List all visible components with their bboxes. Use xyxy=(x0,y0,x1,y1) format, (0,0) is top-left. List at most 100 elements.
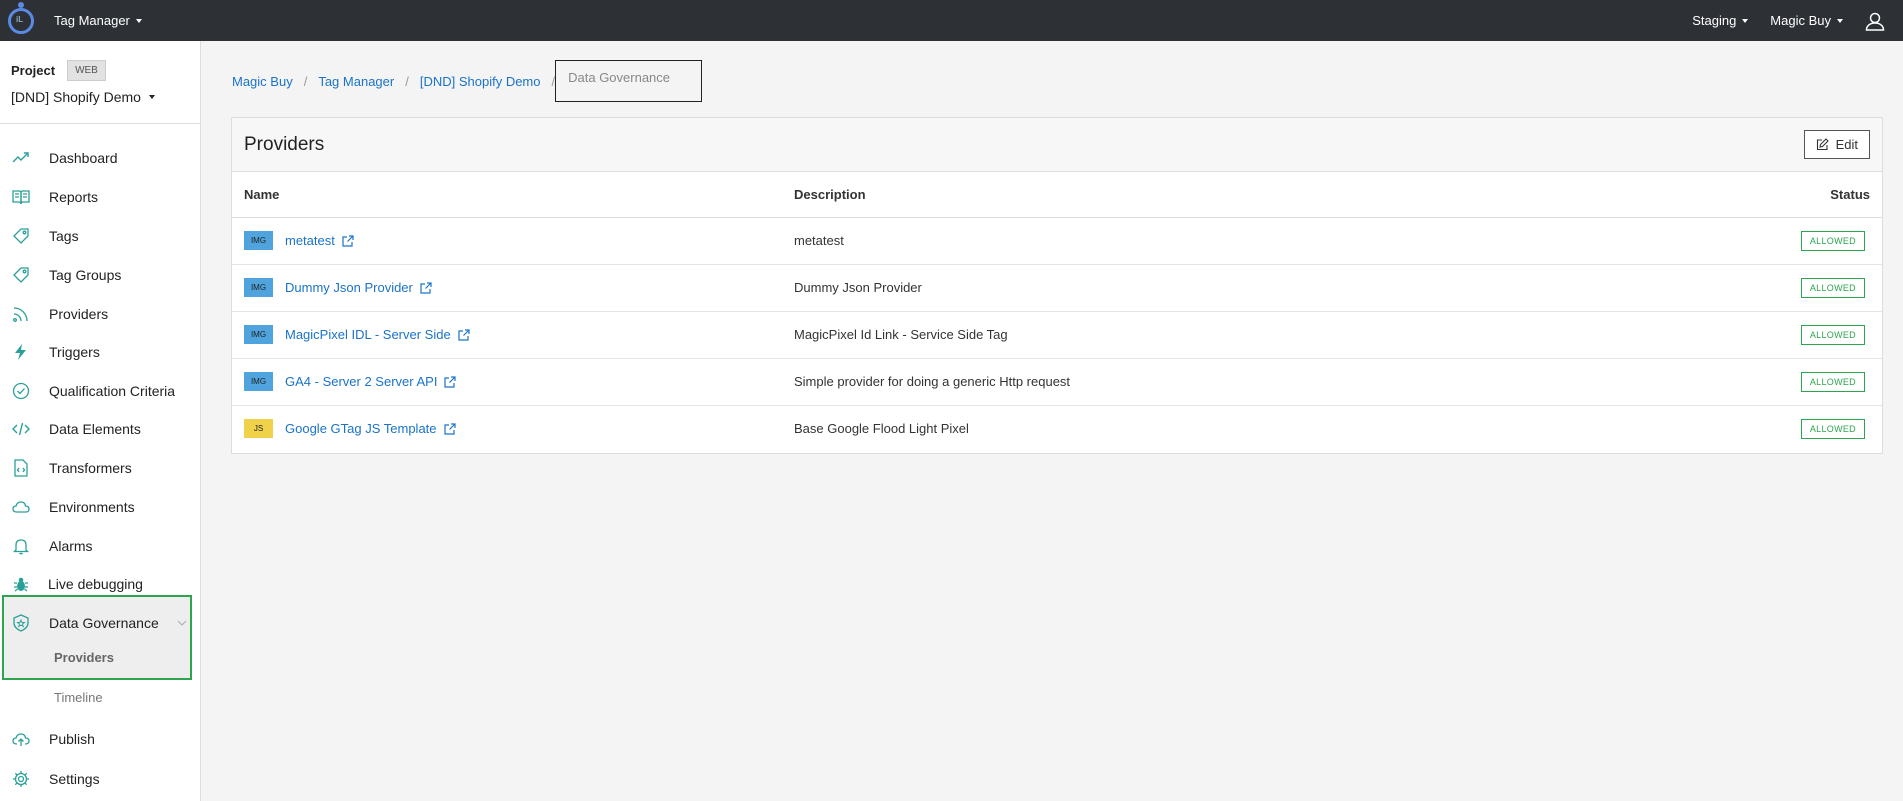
breadcrumb-link-project[interactable]: [DND] Shopify Demo xyxy=(420,74,541,89)
code-icon xyxy=(12,422,30,436)
provider-name: GA4 - Server 2 Server API xyxy=(285,374,438,389)
column-header-description[interactable]: Description xyxy=(782,172,1622,218)
user-icon[interactable] xyxy=(1865,11,1885,31)
organization-dropdown[interactable]: Magic Buy xyxy=(1770,13,1843,28)
organization-label: Magic Buy xyxy=(1770,13,1831,28)
table-header-row: Name Description Status xyxy=(232,172,1882,218)
provider-link[interactable]: metatest xyxy=(285,233,354,248)
environment-dropdown[interactable]: Staging xyxy=(1692,13,1749,28)
status-badge: ALLOWED xyxy=(1800,418,1865,439)
sidebar-subitem-timeline[interactable]: Timeline xyxy=(0,682,200,712)
chart-line-icon xyxy=(12,152,29,163)
sidebar-item-label: Dashboard xyxy=(49,150,118,166)
sidebar: Project WEB [DND] Shopify Demo Dashboard… xyxy=(0,41,201,801)
provider-type-badge: IMG xyxy=(244,325,273,344)
project-dropdown[interactable]: [DND] Shopify Demo xyxy=(11,89,200,105)
cloud-icon xyxy=(12,501,30,513)
sidebar-item-label: Qualification Criteria xyxy=(49,383,176,399)
status-badge: ALLOWED xyxy=(1800,324,1865,345)
breadcrumb: Magic Buy / Tag Manager / [DND] Shopify … xyxy=(232,60,703,102)
sidebar-item-tags[interactable]: Tags xyxy=(0,220,200,252)
provider-link[interactable]: GA4 - Server 2 Server API xyxy=(285,374,457,389)
sidebar-item-triggers[interactable]: Triggers xyxy=(0,336,200,368)
provider-description: metatest xyxy=(782,217,1622,265)
providers-table: Name Description Status IMG metatest met… xyxy=(232,172,1882,452)
external-link-icon xyxy=(444,375,457,388)
sidebar-item-providers[interactable]: Providers xyxy=(0,298,200,330)
provider-description: MagicPixel Id Link - Service Side Tag xyxy=(782,311,1622,359)
external-link-icon xyxy=(443,423,456,435)
provider-description: Base Google Flood Light Pixel xyxy=(794,421,969,437)
caret-down-icon xyxy=(148,95,155,99)
chevron-down-icon xyxy=(135,18,142,23)
external-link-icon xyxy=(342,234,354,247)
provider-type-badge: IMG xyxy=(244,278,273,297)
provider-type-badge: JS xyxy=(244,419,273,439)
provider-description: Dummy Json Provider xyxy=(782,264,1622,312)
sidebar-subitem-providers[interactable]: Providers xyxy=(0,642,200,672)
file-code-icon xyxy=(14,459,28,477)
breadcrumb-link-organization[interactable]: Magic Buy xyxy=(232,74,293,89)
cloud-upload-icon xyxy=(12,733,30,746)
provider-link[interactable]: Google GTag JS Template xyxy=(285,421,456,436)
app-logo-icon[interactable]: iL xyxy=(8,1,34,34)
breadcrumb-current: Data Governance xyxy=(555,60,703,102)
breadcrumb-link-app[interactable]: Tag Manager xyxy=(318,74,394,89)
sidebar-item-tag-groups[interactable]: Tag Groups xyxy=(0,259,200,291)
sidebar-item-label: Providers xyxy=(49,306,109,322)
sidebar-item-label: Reports xyxy=(49,189,99,205)
sidebar-subitem-label: Providers xyxy=(54,649,114,665)
project-label: Project xyxy=(11,63,56,78)
external-link-icon xyxy=(458,328,470,341)
gear-icon xyxy=(13,771,29,787)
sidebar-item-transformers[interactable]: Transformers xyxy=(0,452,200,484)
check-circle-icon xyxy=(12,382,30,400)
table-row: JS Google GTag JS Template Base Google F… xyxy=(232,405,1882,452)
sidebar-item-data-governance[interactable]: Data Governance xyxy=(0,607,200,639)
sidebar-item-live-debugging[interactable]: Live debugging xyxy=(0,568,200,600)
shield-icon xyxy=(13,614,29,632)
provider-link[interactable]: Dummy Json Provider xyxy=(285,280,432,295)
status-badge: ALLOWED xyxy=(1800,277,1865,298)
provider-name: MagicPixel IDL - Server Side xyxy=(285,327,451,342)
sidebar-item-settings[interactable]: Settings xyxy=(0,763,200,795)
status-badge: ALLOWED xyxy=(1800,230,1865,251)
bolt-icon xyxy=(15,344,26,360)
provider-type-badge: IMG xyxy=(244,231,273,250)
providers-panel: Providers Edit Name Description Status I… xyxy=(231,117,1883,454)
app-switcher[interactable]: Tag Manager xyxy=(54,13,142,28)
chevron-down-icon xyxy=(1837,18,1843,23)
provider-link[interactable]: MagicPixel IDL - Server Side xyxy=(285,327,470,342)
column-header-name[interactable]: Name xyxy=(232,172,782,218)
breadcrumb-separator: / xyxy=(303,73,308,89)
rss-icon xyxy=(13,307,28,322)
panel-title: Providers xyxy=(244,133,325,155)
edit-icon xyxy=(1816,138,1829,151)
sidebar-item-dashboard[interactable]: Dashboard xyxy=(0,142,200,174)
sidebar-item-data-elements[interactable]: Data Elements xyxy=(0,413,200,445)
sidebar-item-label: Transformers xyxy=(49,460,132,476)
table-row: IMG MagicPixel IDL - Server Side MagicPi… xyxy=(232,311,1882,359)
book-icon xyxy=(12,190,30,205)
sidebar-item-reports[interactable]: Reports xyxy=(0,181,200,213)
sidebar-item-alarms[interactable]: Alarms xyxy=(0,530,200,562)
provider-description: Simple provider for doing a generic Http… xyxy=(782,358,1622,406)
sidebar-item-environments[interactable]: Environments xyxy=(0,491,200,523)
sidebar-item-publish[interactable]: Publish xyxy=(0,723,200,755)
sidebar-item-label: Publish xyxy=(49,731,95,747)
sidebar-item-label: Settings xyxy=(49,771,100,787)
status-badge: ALLOWED xyxy=(1800,371,1865,392)
project-type-badge: WEB xyxy=(67,60,106,81)
project-selector: Project WEB [DND] Shopify Demo xyxy=(0,41,200,124)
table-row: IMG Dummy Json Provider Dummy Json Provi… xyxy=(232,264,1882,312)
column-header-status[interactable]: Status xyxy=(1621,172,1882,218)
sidebar-item-label: Tag Groups xyxy=(49,267,122,283)
sidebar-item-qualification-criteria[interactable]: Qualification Criteria xyxy=(0,375,200,407)
edit-button[interactable]: Edit xyxy=(1803,130,1870,159)
tag-icon xyxy=(13,228,29,244)
app-name-label: Tag Manager xyxy=(54,13,130,28)
panel-header: Providers Edit xyxy=(232,118,1882,172)
bug-icon xyxy=(14,577,28,592)
sidebar-item-label: Data Governance xyxy=(49,615,159,631)
chevron-down-icon xyxy=(1742,18,1749,23)
